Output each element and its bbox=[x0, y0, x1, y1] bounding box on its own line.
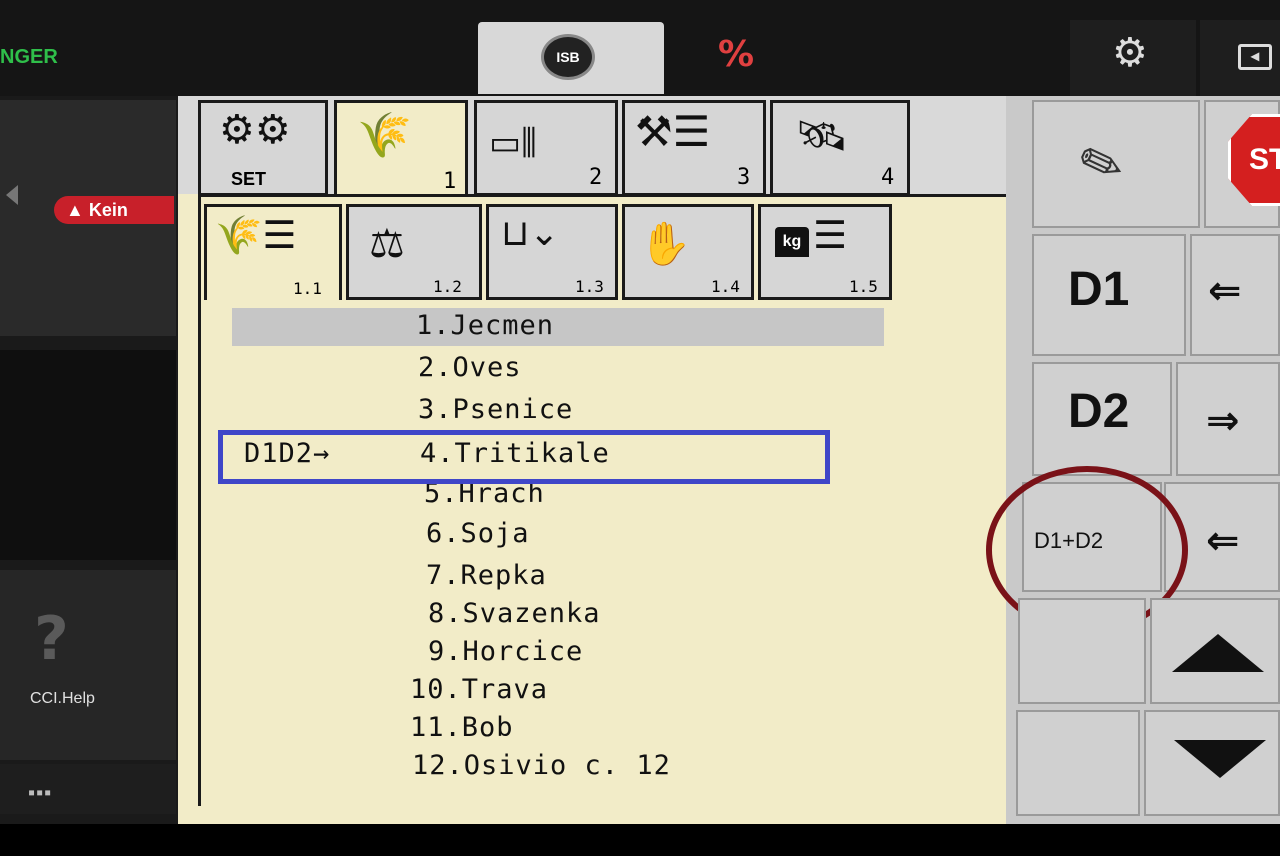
tab-1-2[interactable]: ⚖ 1.2 bbox=[346, 204, 482, 300]
exit-icon: ◂ bbox=[1238, 44, 1272, 70]
tab-1-3[interactable]: ⊔⌄ 1.3 bbox=[486, 204, 618, 300]
tab-1-5-label: 1.5 bbox=[849, 277, 878, 296]
assign-left-arrow-icon: ⇐ bbox=[1208, 268, 1242, 314]
tab-2-label: 2 bbox=[589, 165, 603, 190]
sensor-icon: ▭⫼ bbox=[489, 123, 537, 163]
app-slot-secondary[interactable] bbox=[0, 350, 176, 560]
tools-icon: ⚒☰ bbox=[635, 107, 711, 156]
crop-item-11[interactable]: 11.Bob bbox=[410, 712, 514, 743]
expand-arrow-icon[interactable] bbox=[6, 185, 18, 205]
isb-icon: ISB bbox=[541, 34, 595, 80]
help-app-button[interactable] bbox=[0, 570, 176, 760]
arrow-down-icon bbox=[1174, 740, 1266, 778]
grain-list-icon: 🌾☰ bbox=[215, 213, 297, 257]
bezel-bottom bbox=[0, 824, 1280, 856]
tab-1[interactable]: 🌾 1 bbox=[334, 100, 468, 198]
crop-item-7[interactable]: 7.Repka bbox=[426, 560, 547, 591]
tab-1-4[interactable]: ✋ 1.4 bbox=[622, 204, 754, 300]
gear-icon: ⚙ bbox=[1112, 30, 1148, 76]
tab-4[interactable]: 🛰 4 bbox=[770, 100, 910, 196]
more-icon: ▪▪▪ bbox=[28, 782, 53, 804]
warning-badge[interactable]: ▲ Kein bbox=[54, 196, 174, 224]
tab-1-1-label: 1.1 bbox=[293, 279, 322, 298]
empty-softkey-1[interactable] bbox=[1018, 598, 1146, 704]
crop-item-1[interactable]: 1.Jecmen bbox=[416, 310, 554, 341]
arrow-up-icon bbox=[1172, 634, 1264, 672]
tab-1-label: 1 bbox=[443, 169, 457, 194]
crop-item-12[interactable]: 12.Osivio c. 12 bbox=[412, 750, 671, 781]
tab-1-1[interactable]: 🌾☰ 1.1 bbox=[204, 204, 342, 302]
tab-1-4-label: 1.4 bbox=[711, 277, 740, 296]
empty-softkey-2[interactable] bbox=[1016, 710, 1140, 816]
tab-2[interactable]: ▭⫼ 2 bbox=[474, 100, 618, 196]
gears-icon: ⚙⚙ bbox=[219, 107, 291, 153]
crop-list bbox=[198, 300, 1050, 806]
grain-icon: 🌾 bbox=[357, 110, 412, 161]
crop-item-6[interactable]: 6.Soja bbox=[426, 518, 530, 549]
scale-icon: ⚖ bbox=[369, 221, 405, 267]
tab-set[interactable]: ⚙⚙ SET bbox=[198, 100, 328, 196]
crop-item-8[interactable]: 8.Svazenka bbox=[428, 598, 601, 629]
tab-3-label: 3 bbox=[737, 165, 751, 190]
kg-weight-icon: kg bbox=[775, 227, 809, 257]
tab-4-label: 4 bbox=[881, 165, 895, 190]
brand-label: NGER bbox=[0, 46, 58, 68]
help-label: CCI.Help bbox=[30, 690, 95, 707]
selected-row-highlight[interactable] bbox=[232, 308, 884, 346]
hand-icon: ✋ bbox=[639, 219, 692, 268]
more-button[interactable] bbox=[0, 764, 176, 814]
crop-item-3[interactable]: 3.Psenice bbox=[418, 394, 573, 425]
seed-drop-icon: ⊔⌄ bbox=[501, 213, 560, 254]
assign-combined-arrow-icon: ⇐ bbox=[1206, 518, 1240, 564]
tab-set-label: SET bbox=[231, 169, 267, 189]
tab-1-5[interactable]: kg ☰ 1.5 bbox=[758, 204, 892, 300]
crop-item-2[interactable]: 2.Oves bbox=[418, 352, 522, 383]
section-control-off-icon[interactable]: % bbox=[706, 34, 766, 84]
satellite-icon: 🛰 bbox=[795, 111, 849, 160]
tab-1-2-label: 1.2 bbox=[433, 277, 462, 296]
help-icon: ? bbox=[34, 604, 69, 674]
tab-3[interactable]: ⚒☰ 3 bbox=[622, 100, 766, 196]
crop-item-9[interactable]: 9.Horcice bbox=[428, 636, 583, 667]
assign-right-arrow-icon: ⇒ bbox=[1206, 398, 1240, 444]
d1-label: D1 bbox=[1068, 263, 1130, 316]
d2-label: D2 bbox=[1068, 385, 1130, 438]
tab-1-3-label: 1.3 bbox=[575, 277, 604, 296]
d1d2-prefix: D1D2→ bbox=[244, 438, 331, 469]
list-lines-icon: ☰ bbox=[813, 213, 848, 257]
crop-item-10[interactable]: 10.Trava bbox=[410, 674, 548, 705]
